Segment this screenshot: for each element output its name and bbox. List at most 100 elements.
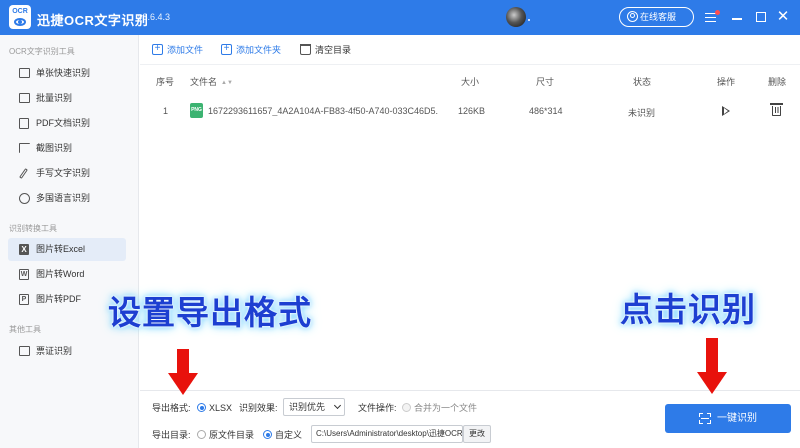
chevron-down-icon — [333, 401, 342, 410]
column-header-filename[interactable]: 文件名 ▲▼ — [190, 75, 233, 88]
start-recognition-icon[interactable] — [722, 106, 730, 116]
sidebar-item-label: 批量识别 — [36, 93, 73, 103]
annotation-click-recognize: 点击识别 — [620, 290, 756, 329]
word-icon: W — [19, 269, 29, 280]
format-xlsx-label: XLSX — [209, 403, 233, 413]
png-file-icon: PNG — [190, 103, 203, 118]
sidebar-item-label: 截图识别 — [36, 143, 73, 153]
merge-files-label: 合并为一个文件 — [414, 403, 478, 413]
column-header-delete: 删除 — [768, 77, 787, 87]
minimize-icon — [732, 18, 742, 20]
sidebar-item-handwriting-recognition[interactable]: 手写文字识别 — [8, 162, 126, 185]
add-folder-button[interactable]: + 添加文件夹 — [221, 44, 281, 56]
row-size: 126KB — [458, 106, 486, 116]
globe-icon — [19, 193, 30, 204]
clear-list-button[interactable]: 清空目录 — [300, 44, 351, 56]
sidebar-item-batch-recognition[interactable]: 批量识别 — [8, 87, 126, 110]
format-xlsx-radio[interactable]: XLSX — [197, 402, 232, 414]
pen-icon — [19, 168, 28, 179]
app-version: v8.6.4.3 — [138, 12, 171, 22]
file-operation-label: 文件操作: — [358, 403, 397, 413]
app-logo-icon: OCR — [9, 5, 31, 29]
export-format-label: 导出格式: — [152, 403, 191, 413]
sidebar-section-conversion: 识别转换工具 — [9, 224, 57, 233]
sidebar-section-ocr: OCR文字识别工具 — [9, 47, 75, 56]
arrow-head — [168, 373, 198, 395]
avatar-status-dot — [528, 19, 530, 21]
arrow-shaft — [706, 338, 718, 374]
user-avatar[interactable] — [506, 7, 526, 27]
sidebar-item-single-recognition[interactable]: 单张快速识别 — [8, 62, 126, 85]
headset-icon — [627, 11, 638, 22]
sidebar-section-other: 其他工具 — [9, 325, 41, 334]
crop-icon — [19, 143, 30, 153]
excel-icon: X — [19, 244, 29, 255]
row-index: 1 — [163, 106, 169, 116]
pdf-document-icon — [19, 118, 29, 129]
column-header-size: 大小 — [461, 77, 480, 87]
pdf-icon: P — [19, 294, 29, 305]
add-folder-label: 添加文件夹 — [236, 45, 282, 55]
row-status: 未识别 — [628, 108, 656, 118]
sidebar-item-image-to-word[interactable]: W 图片转Word — [8, 263, 126, 286]
recognition-effect-value: 识别优先 — [289, 402, 326, 412]
recognition-effect-label: 识别效果: — [239, 403, 278, 413]
menu-bars — [705, 13, 716, 22]
one-click-recognize-label: 一键识别 — [717, 413, 757, 424]
eye-icon — [14, 18, 26, 26]
app-title: 迅捷OCR文字识别 — [37, 13, 149, 28]
one-click-recognize-button[interactable]: 一键识别 — [665, 404, 791, 433]
minimize-button[interactable] — [728, 8, 746, 26]
sidebar-item-ticket-recognition[interactable]: 票证识别 — [8, 340, 126, 363]
sidebar-item-label: 票证识别 — [36, 346, 73, 356]
add-folder-icon: + — [221, 44, 232, 55]
export-path-input[interactable]: C:\Users\Administrator\desktop\迅捷OCR文字识别 — [311, 425, 463, 443]
add-file-button[interactable]: + 添加文件 — [152, 44, 203, 56]
image-icon — [19, 68, 30, 78]
sidebar-item-label: 多国语言识别 — [36, 193, 91, 203]
toolbar: + 添加文件 + 添加文件夹 清空目录 — [140, 35, 800, 65]
sort-icon[interactable]: ▲▼ — [221, 80, 233, 86]
recognition-effect-select[interactable]: 识别优先 — [283, 398, 345, 416]
custom-directory-label: 自定义 — [275, 430, 303, 440]
column-header-index: 序号 — [156, 77, 175, 87]
online-service-label: 在线客服 — [640, 12, 677, 22]
add-file-icon: + — [152, 44, 163, 55]
sidebar-item-label: 图片转Word — [36, 269, 85, 279]
ticket-icon — [19, 346, 30, 356]
notification-dot — [715, 10, 720, 15]
row-filename: 1672293611657_4A2A104A-FB83-4f50-A740-03… — [208, 106, 438, 116]
radio-selected-icon — [263, 430, 272, 439]
sidebar-item-pdf-recognition[interactable]: PDF文档识别 — [8, 112, 126, 135]
radio-unselected-icon — [197, 430, 206, 439]
delete-row-icon[interactable] — [770, 103, 783, 116]
sidebar-item-screenshot-recognition[interactable]: 截图识别 — [8, 137, 126, 160]
annotation-set-export-format: 设置导出格式 — [108, 293, 312, 332]
row-dimensions: 486*314 — [529, 106, 563, 116]
maximize-icon — [756, 12, 766, 22]
merge-files-radio[interactable]: 合并为一个文件 — [402, 402, 477, 414]
original-directory-radio[interactable]: 原文件目录 — [197, 429, 254, 441]
trash-icon — [300, 44, 311, 55]
stack-icon — [19, 93, 30, 103]
close-button[interactable]: ✕ — [774, 8, 792, 26]
sidebar-item-label: 图片转Excel — [36, 244, 86, 254]
add-file-label: 添加文件 — [167, 45, 204, 55]
radio-selected-icon — [197, 403, 206, 412]
clear-list-label: 清空目录 — [315, 45, 352, 55]
arrow-shaft — [177, 349, 189, 375]
scan-icon — [699, 413, 711, 424]
sidebar-item-label: 图片转PDF — [36, 294, 82, 304]
custom-directory-radio[interactable]: 自定义 — [263, 429, 302, 441]
sidebar-item-multilingual-recognition[interactable]: 多国语言识别 — [8, 187, 126, 210]
online-service-button[interactable]: 在线客服 — [619, 7, 694, 27]
down-arrow-icon — [168, 349, 198, 395]
sidebar-item-label: 手写文字识别 — [36, 168, 91, 178]
original-directory-label: 原文件目录 — [209, 430, 255, 440]
sidebar-item-image-to-excel[interactable]: X 图片转Excel — [8, 238, 126, 261]
maximize-button[interactable] — [752, 8, 770, 26]
column-header-action: 操作 — [717, 77, 736, 87]
menu-icon[interactable] — [702, 8, 720, 26]
column-header-status: 状态 — [633, 77, 652, 87]
change-directory-button[interactable]: 更改 — [463, 425, 491, 443]
